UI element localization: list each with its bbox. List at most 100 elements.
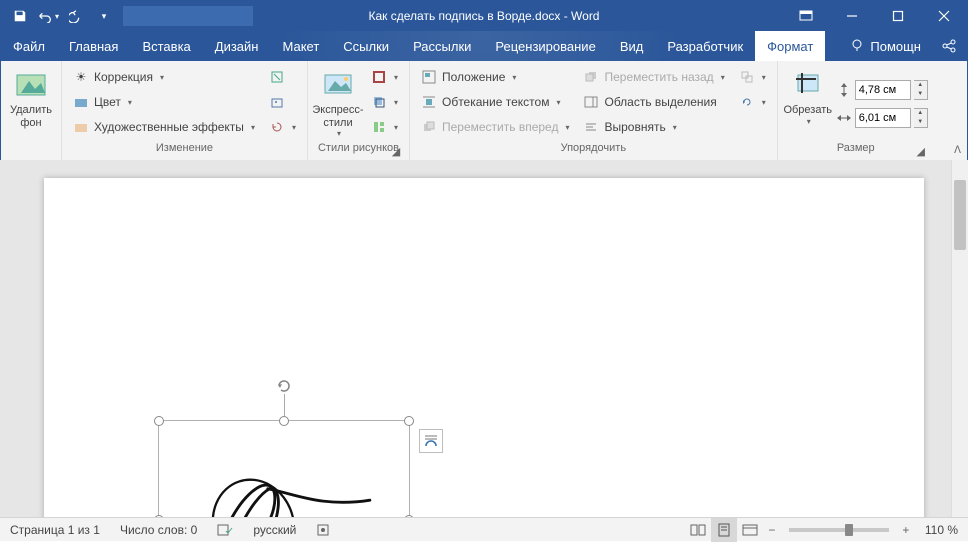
vertical-scrollbar[interactable] bbox=[951, 160, 968, 517]
forward-icon bbox=[421, 119, 437, 135]
border-icon bbox=[371, 69, 387, 85]
tab-file[interactable]: Файл bbox=[1, 31, 57, 61]
size-group-label: Размер bbox=[837, 142, 875, 154]
rotation-stem bbox=[284, 394, 285, 416]
status-bar: Страница 1 из 1 Число слов: 0 русский − … bbox=[0, 517, 968, 541]
artistic-effects-button[interactable]: Художественные эффекты▾ bbox=[68, 115, 260, 139]
ribbon-group-styles: Экспресс-стили▾ ▾ ▾ ▾ Стили рисунков◢ bbox=[308, 61, 410, 160]
selection-pane-button[interactable]: Область выделения bbox=[578, 90, 729, 114]
tab-design[interactable]: Дизайн bbox=[203, 31, 271, 61]
ribbon-group-arrange: Положение▾ Обтекание текстом▾ Переместит… bbox=[410, 61, 778, 160]
ribbon-group-remove-bg: Удалить фон bbox=[1, 61, 62, 160]
compress-pictures-button[interactable] bbox=[264, 65, 301, 89]
height-input[interactable] bbox=[855, 80, 911, 100]
picture-border-button[interactable]: ▾ bbox=[366, 65, 403, 89]
maximize-button[interactable] bbox=[875, 1, 921, 31]
crop-label: Обрезать bbox=[783, 104, 832, 117]
zoom-thumb[interactable] bbox=[845, 524, 853, 536]
macro-button[interactable] bbox=[306, 518, 340, 541]
picture-effects-button[interactable]: ▾ bbox=[366, 90, 403, 114]
tab-home[interactable]: Главная bbox=[57, 31, 130, 61]
picture-layout-button[interactable]: ▾ bbox=[366, 115, 403, 139]
group-icon bbox=[739, 69, 755, 85]
macro-icon bbox=[316, 523, 330, 537]
resize-handle-tl[interactable] bbox=[154, 416, 164, 426]
ribbon-group-adjust: ☀Коррекция▾ Цвет▾ Художественные эффекты… bbox=[62, 61, 308, 160]
qa-customize-button[interactable]: ▾ bbox=[91, 3, 117, 29]
change-icon bbox=[269, 94, 285, 110]
ribbon-group-size: Обрезать▾ ▲▼ ▲▼ Размер ◢ bbox=[778, 61, 934, 160]
crop-button[interactable]: Обрезать▾ bbox=[784, 65, 832, 142]
window-controls bbox=[783, 1, 967, 31]
tab-insert[interactable]: Вставка bbox=[130, 31, 202, 61]
height-icon bbox=[836, 82, 852, 98]
remove-bg-label: Удалить фон bbox=[7, 104, 55, 129]
spellcheck-icon bbox=[217, 523, 233, 537]
zoom-level[interactable]: 110 % bbox=[915, 518, 968, 541]
language-indicator[interactable]: русский bbox=[243, 518, 306, 541]
bring-forward-button: Переместить вперед▾ bbox=[416, 115, 575, 139]
width-spinner[interactable]: ▲▼ bbox=[914, 108, 928, 128]
align-button[interactable]: Выровнять▾ bbox=[578, 115, 729, 139]
redo-button[interactable] bbox=[63, 3, 89, 29]
close-button[interactable] bbox=[921, 1, 967, 31]
collapse-ribbon-button[interactable]: ᐱ bbox=[954, 145, 961, 156]
layout-options-button[interactable] bbox=[419, 429, 443, 453]
web-layout-button[interactable] bbox=[737, 518, 763, 542]
reset-picture-button[interactable]: ▾ bbox=[264, 115, 301, 139]
rotation-handle[interactable] bbox=[275, 377, 293, 395]
position-icon bbox=[421, 69, 437, 85]
ribbon-display-button[interactable] bbox=[783, 1, 829, 31]
selected-image[interactable] bbox=[158, 420, 410, 517]
tab-layout[interactable]: Макет bbox=[270, 31, 331, 61]
user-account-area[interactable] bbox=[123, 6, 253, 26]
width-icon bbox=[836, 110, 852, 126]
size-dialog-launcher[interactable]: ◢ bbox=[914, 144, 928, 158]
tab-mailings[interactable]: Рассылки bbox=[401, 31, 483, 61]
undo-button[interactable]: ▾ bbox=[35, 3, 61, 29]
styles-group-label: Стили рисунков bbox=[318, 142, 399, 154]
zoom-in-button[interactable]: + bbox=[897, 523, 915, 537]
align-icon bbox=[583, 119, 599, 135]
zoom-out-button[interactable]: − bbox=[763, 523, 781, 537]
tell-me-area[interactable]: Помощн bbox=[840, 31, 931, 61]
word-count[interactable]: Число слов: 0 bbox=[110, 518, 207, 541]
share-button[interactable] bbox=[931, 31, 967, 61]
resize-handle-t[interactable] bbox=[279, 416, 289, 426]
tab-review[interactable]: Рецензирование bbox=[483, 31, 607, 61]
view-buttons bbox=[685, 518, 763, 542]
position-button[interactable]: Положение▾ bbox=[416, 65, 575, 89]
reset-icon bbox=[269, 119, 285, 135]
tab-developer[interactable]: Разработчик bbox=[655, 31, 755, 61]
save-button[interactable] bbox=[7, 3, 33, 29]
ribbon-tabs: Файл Главная Вставка Дизайн Макет Ссылки… bbox=[1, 31, 967, 61]
adjust-group-label: Изменение bbox=[68, 142, 301, 158]
scrollbar-thumb[interactable] bbox=[954, 180, 966, 250]
read-mode-button[interactable] bbox=[685, 518, 711, 542]
tab-view[interactable]: Вид bbox=[608, 31, 656, 61]
zoom-slider[interactable] bbox=[789, 528, 889, 532]
tab-references[interactable]: Ссылки bbox=[331, 31, 401, 61]
tab-format[interactable]: Формат bbox=[755, 31, 825, 61]
print-layout-button[interactable] bbox=[711, 518, 737, 542]
quick-access-toolbar: ▾ ▾ bbox=[1, 3, 123, 29]
spellcheck-button[interactable] bbox=[207, 518, 243, 541]
wrap-text-button[interactable]: Обтекание текстом▾ bbox=[416, 90, 575, 114]
compress-icon bbox=[269, 69, 285, 85]
rotate-button[interactable]: ▾ bbox=[734, 90, 771, 114]
width-input[interactable] bbox=[855, 108, 911, 128]
corrections-button[interactable]: ☀Коррекция▾ bbox=[68, 65, 260, 89]
group-button: ▾ bbox=[734, 65, 771, 89]
quick-styles-button[interactable]: Экспресс-стили▾ bbox=[314, 65, 362, 142]
change-picture-button[interactable] bbox=[264, 90, 301, 114]
resize-handle-tr[interactable] bbox=[404, 416, 414, 426]
remove-background-button[interactable]: Удалить фон bbox=[7, 65, 55, 142]
send-backward-button: Переместить назад▾ bbox=[578, 65, 729, 89]
crop-icon bbox=[792, 69, 824, 101]
brush-icon bbox=[73, 119, 89, 135]
height-spinner[interactable]: ▲▼ bbox=[914, 80, 928, 100]
color-button[interactable]: Цвет▾ bbox=[68, 90, 260, 114]
minimize-button[interactable] bbox=[829, 1, 875, 31]
page-indicator[interactable]: Страница 1 из 1 bbox=[0, 518, 110, 541]
styles-dialog-launcher[interactable]: ◢ bbox=[389, 144, 403, 158]
